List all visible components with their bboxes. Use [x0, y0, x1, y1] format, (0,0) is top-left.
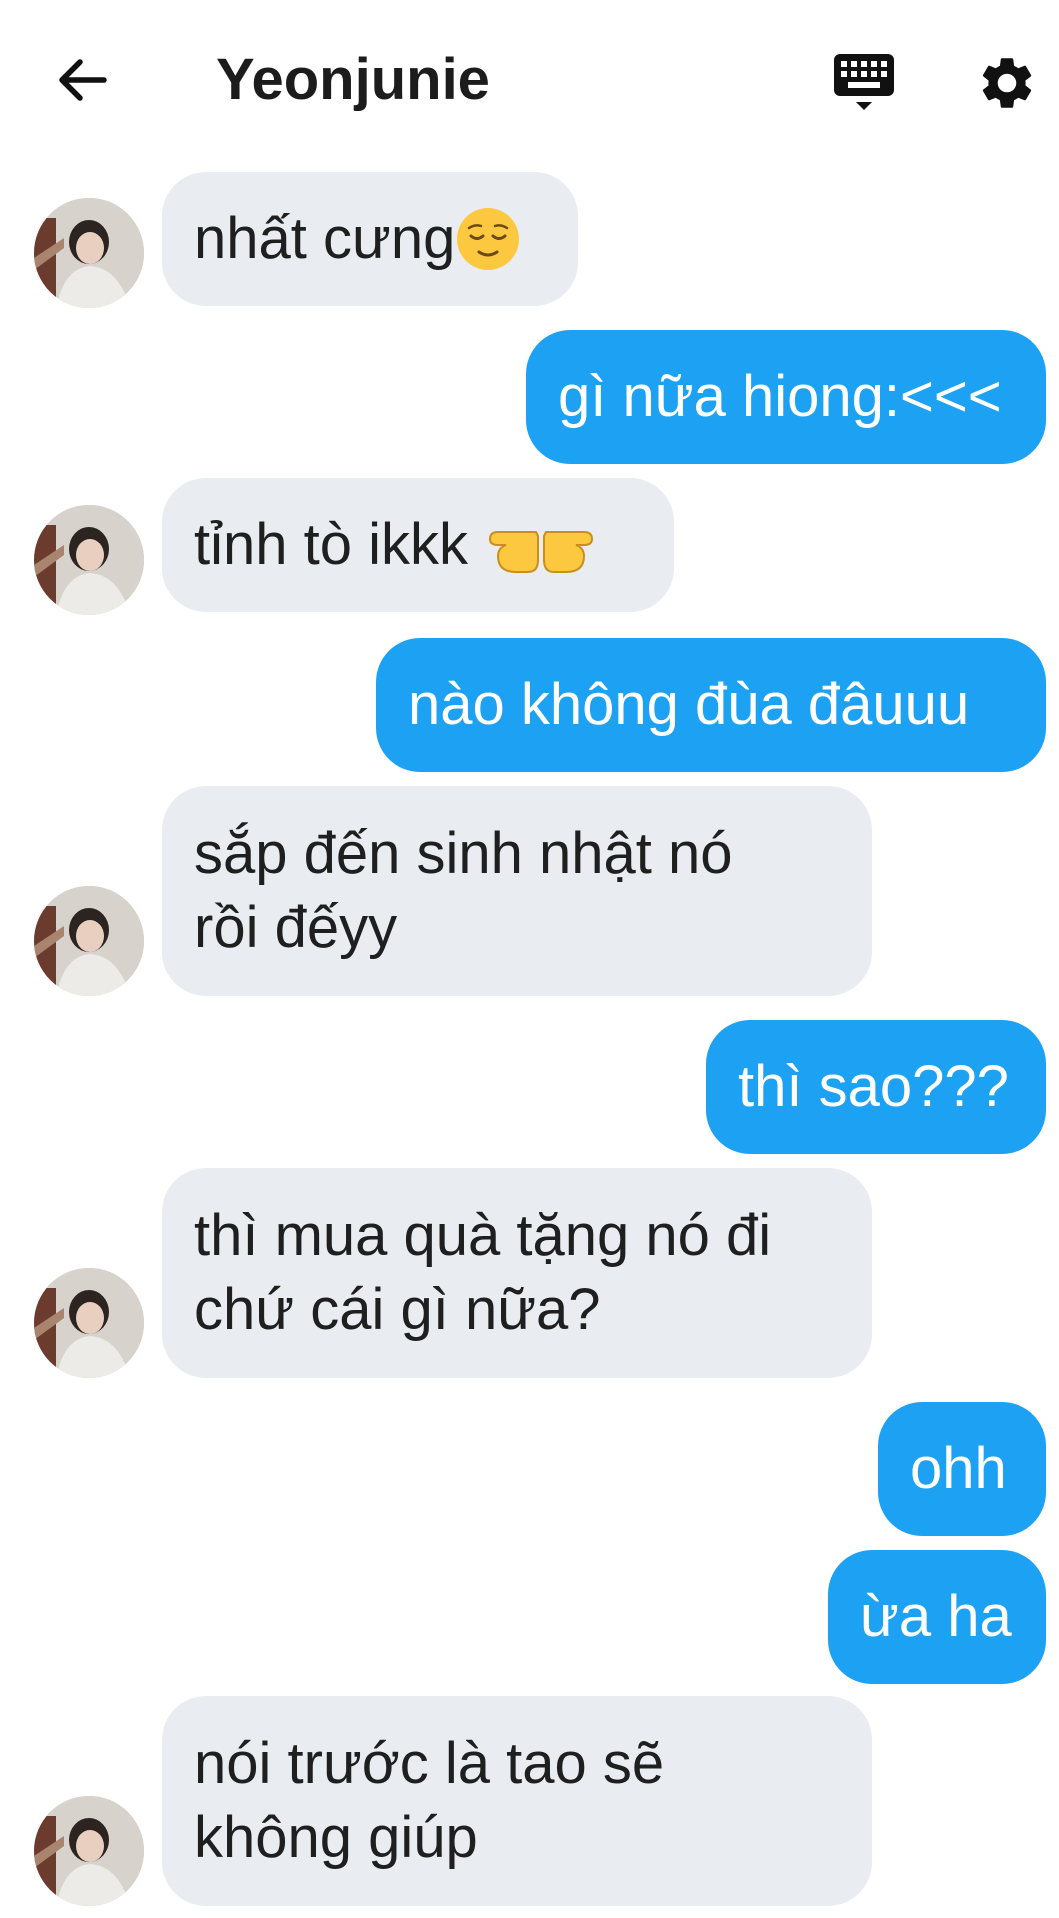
- message-text: gì nữa hiong:<<<: [558, 364, 1002, 429]
- keyboard-button[interactable]: [830, 50, 898, 116]
- message-text: nhất cưng: [194, 206, 456, 271]
- keyboard-icon: [834, 54, 894, 110]
- message-bubble-sent[interactable]: ừa ha: [828, 1550, 1046, 1684]
- back-button[interactable]: [52, 50, 112, 110]
- message-bubble-received[interactable]: nhất cưng: [162, 172, 578, 306]
- message-line: sắp đến sinh nhật nó: [194, 821, 733, 886]
- message-bubble-sent[interactable]: gì nữa hiong:<<<: [526, 330, 1046, 464]
- message-bubble-received[interactable]: sắp đến sinh nhật nó rồi đếyy: [162, 786, 872, 996]
- relieved-face-emoji: [457, 208, 520, 270]
- arrow-left-icon: [59, 59, 107, 101]
- message-bubble-sent[interactable]: thì sao???: [706, 1020, 1046, 1154]
- chat-header: Yeonjunie: [0, 0, 1059, 160]
- message-bubble-sent[interactable]: ohh: [878, 1402, 1046, 1536]
- message-bubble-received[interactable]: nói trước là tao sẽ không giúp: [162, 1696, 872, 1906]
- message-bubble-sent[interactable]: nào không đùa đâuuu: [376, 638, 1046, 772]
- profile-photo: [34, 1796, 144, 1906]
- profile-photo: [34, 1268, 144, 1378]
- message-line: chứ cái gì nữa?: [194, 1277, 601, 1342]
- message-text: nào không đùa đâuuu: [408, 672, 970, 737]
- profile-photo: [34, 886, 144, 996]
- gear-icon: [982, 58, 1032, 108]
- avatar[interactable]: [34, 886, 144, 996]
- conversation-title: Yeonjunie: [216, 47, 490, 112]
- message-text: tỉnh tò ikkk: [194, 512, 468, 577]
- pointing-hands-emoji: [488, 531, 594, 573]
- message-text: ừa ha: [860, 1584, 1012, 1649]
- settings-button[interactable]: [976, 52, 1038, 114]
- avatar[interactable]: [34, 1268, 144, 1378]
- message-line: nói trước là tao sẽ: [194, 1731, 665, 1796]
- message-bubble-received[interactable]: tỉnh tò ikkk: [162, 478, 674, 612]
- message-line: không giúp: [194, 1805, 478, 1870]
- avatar[interactable]: [34, 1796, 144, 1906]
- message-text: ohh: [910, 1436, 1007, 1501]
- profile-photo: [34, 505, 144, 615]
- message-text: thì sao???: [738, 1054, 1009, 1119]
- profile-photo: [34, 198, 144, 308]
- message-line: rồi đếyy: [194, 895, 398, 960]
- message-line: thì mua quà tặng nó đi: [194, 1203, 772, 1268]
- message-bubble-received[interactable]: thì mua quà tặng nó đi chứ cái gì nữa?: [162, 1168, 872, 1378]
- avatar[interactable]: [34, 505, 144, 615]
- avatar[interactable]: [34, 198, 144, 308]
